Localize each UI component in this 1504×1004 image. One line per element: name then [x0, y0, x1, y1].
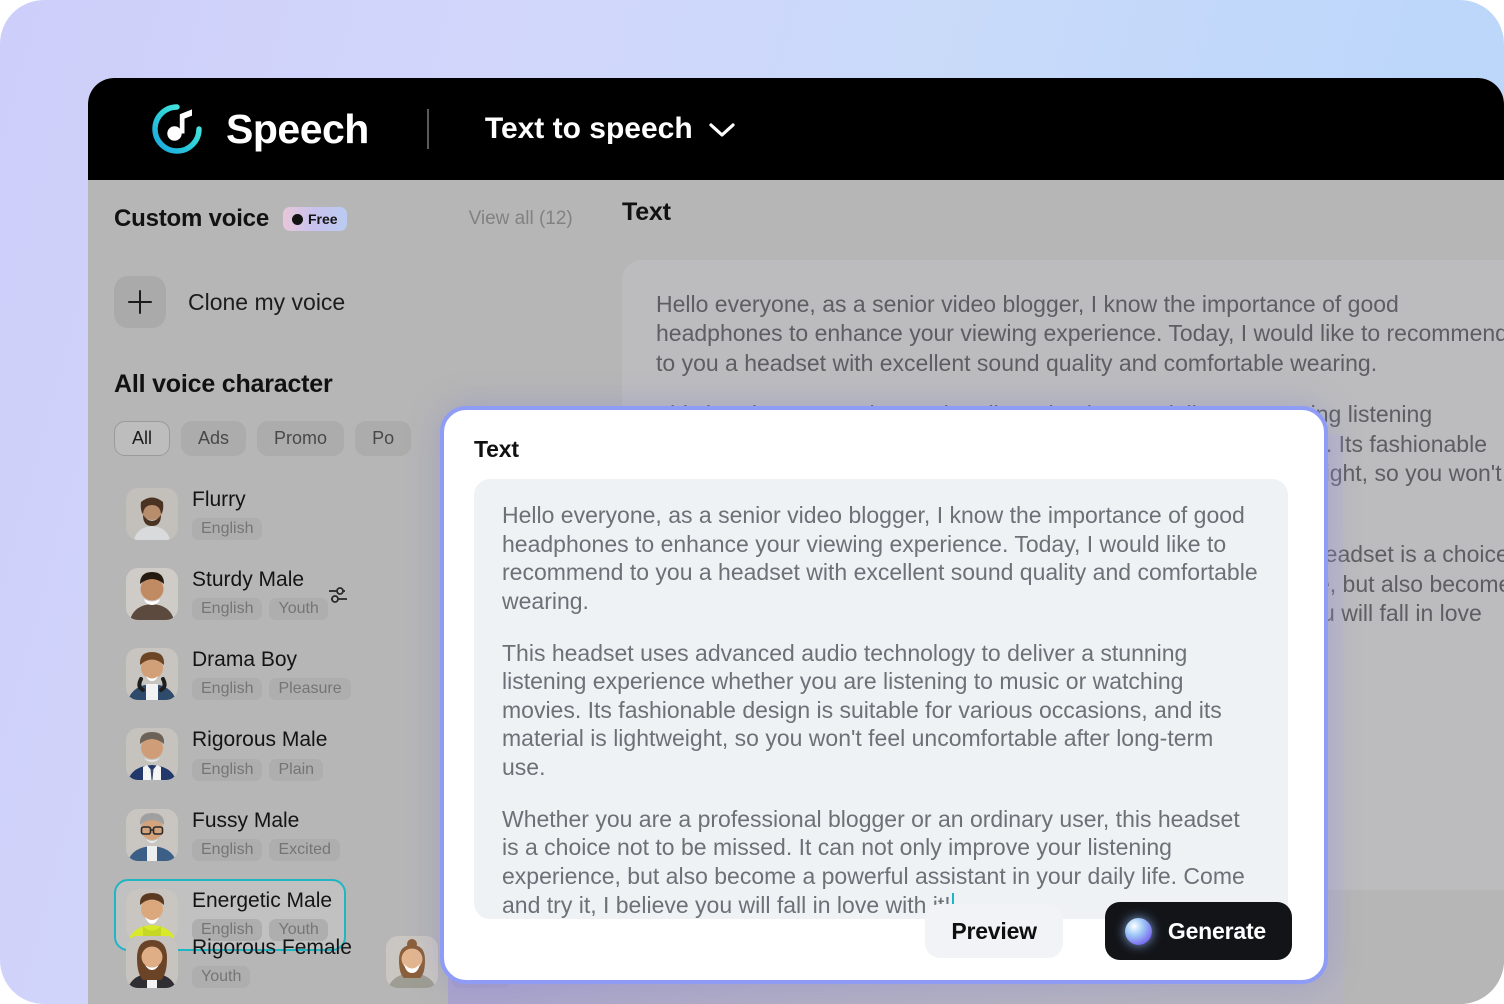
- avatar: [386, 935, 438, 988]
- clone-my-voice-label: Clone my voice: [188, 288, 346, 315]
- voice-item-rigorous-male[interactable]: Rigorous Male English Plain: [114, 718, 346, 790]
- voice-item-sturdy-male[interactable]: Sturdy Male English Youth: [114, 558, 348, 630]
- generate-button-label: Generate: [1167, 917, 1266, 944]
- generate-button[interactable]: Generate: [1104, 902, 1292, 960]
- mode-label: Text to speech: [484, 112, 693, 145]
- voice-name: Drama Boy: [192, 648, 298, 672]
- gradient-orb-icon: [1124, 917, 1152, 945]
- voice-name: Energetic Male: [192, 888, 333, 912]
- text-panel-title: Text: [622, 198, 671, 226]
- voice-tag: Pleasure: [269, 678, 351, 701]
- voice-name: Sturdy Male: [192, 568, 305, 592]
- voice-tag: Youth: [192, 966, 251, 988]
- free-dot-icon: [291, 213, 303, 225]
- voice-tag: English: [192, 678, 263, 701]
- modal-paragraph-text: Whether you are a professional blogger o…: [502, 805, 1245, 918]
- voice-meta: Drama Boy English Pleasure: [192, 648, 351, 701]
- voice-meta: Flurry English: [192, 488, 263, 541]
- avatar: [126, 935, 178, 988]
- avatar: [126, 728, 178, 781]
- chevron-down-icon: [709, 112, 735, 146]
- all-voice-character-title: All voice character: [114, 370, 333, 398]
- tag-row: English: [192, 518, 263, 541]
- voice-tag: Plain: [269, 758, 324, 781]
- bg-paragraph: Hello everyone, as a senior video blogge…: [656, 291, 1504, 376]
- app-window: Speech Text to speech Custom voice Free: [88, 78, 1504, 1004]
- view-all-link[interactable]: View all (12): [469, 208, 573, 230]
- tag-row: English Excited: [192, 838, 340, 861]
- modal-title: Text: [474, 436, 519, 462]
- top-bar: Speech Text to speech: [88, 78, 1504, 180]
- mode-selector[interactable]: Text to speech: [485, 112, 735, 146]
- tag-row: Youth: [192, 966, 352, 988]
- modal-paragraph: This headset uses advanced audio technol…: [502, 639, 1222, 781]
- voice-item-flurry[interactable]: Flurry English: [114, 478, 346, 550]
- voice-tag: Youth: [269, 598, 328, 621]
- text-input-area[interactable]: Hello everyone, as a senior video blogge…: [474, 479, 1288, 919]
- voice-tag: English: [192, 598, 263, 621]
- custom-voice-header: Custom voice Free View all (12): [114, 198, 582, 240]
- voice-item-drama-boy[interactable]: Drama Boy English Pleasure: [114, 638, 351, 710]
- filter-pill-po[interactable]: Po: [355, 421, 412, 456]
- free-badge: Free: [282, 207, 347, 231]
- voice-settings-icon[interactable]: [328, 586, 348, 609]
- modal-action-bar: Preview Generate: [925, 902, 1292, 960]
- filter-pill-ads[interactable]: Ads: [181, 421, 247, 456]
- filter-pill-all[interactable]: All: [114, 421, 171, 456]
- voice-tag: English: [192, 518, 263, 541]
- tag-row: English Pleasure: [192, 678, 351, 701]
- voice-item-fussy-male[interactable]: Fussy Male English Excited: [114, 799, 346, 871]
- voice-name: Fussy Male: [192, 808, 300, 832]
- clone-my-voice-button[interactable]: Clone my voice: [114, 276, 582, 328]
- voice-meta: Fussy Male English Excited: [192, 809, 340, 861]
- voice-meta: Rigorous Female Youth: [192, 936, 352, 988]
- preview-button[interactable]: Preview: [925, 904, 1063, 958]
- voice-tag: English: [192, 758, 263, 781]
- voice-name: Rigorous Female: [192, 935, 352, 959]
- voice-tag: Excited: [269, 838, 340, 861]
- avatar: [126, 568, 178, 621]
- free-badge-label: Free: [307, 211, 338, 227]
- avatar: [126, 808, 178, 861]
- tag-row: English Youth: [192, 598, 328, 621]
- music-note-circle-logo: [150, 102, 204, 156]
- plus-icon: [114, 276, 166, 328]
- avatar: [126, 488, 178, 541]
- voice-tag: English: [192, 838, 263, 861]
- tag-row: English Plain: [192, 758, 327, 781]
- text-modal-dialog: Text Hello everyone, as a senior video b…: [440, 406, 1328, 984]
- modal-paragraph: Hello everyone, as a senior video blogge…: [502, 502, 1258, 614]
- topbar-divider: [426, 109, 429, 149]
- filter-pill-promo[interactable]: Promo: [257, 421, 345, 456]
- voice-name: Rigorous Male: [192, 728, 328, 752]
- voice-meta: Sturdy Male English Youth: [192, 568, 328, 621]
- custom-voice-title: Custom voice: [114, 205, 269, 232]
- brand-title: Speech: [226, 105, 369, 152]
- avatar: [126, 648, 178, 701]
- page-background: Speech Text to speech Custom voice Free: [0, 0, 1504, 1004]
- voice-item-rigorous-female[interactable]: Rigorous Female Youth: [114, 926, 374, 998]
- voice-meta: Rigorous Male English Plain: [192, 728, 328, 781]
- voice-name: Flurry: [192, 488, 246, 511]
